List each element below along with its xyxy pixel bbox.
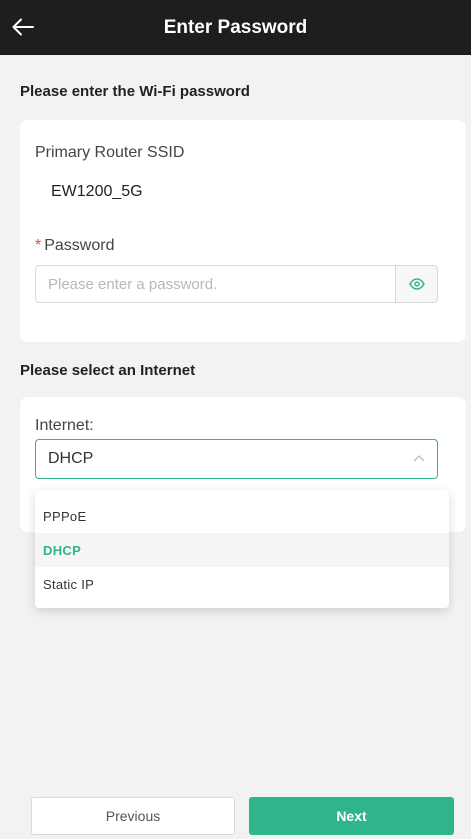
ssid-value: EW1200_5G — [51, 183, 143, 200]
password-field-wrapper — [35, 265, 438, 303]
internet-selected-value: DHCP — [48, 450, 94, 467]
eye-icon — [408, 278, 425, 290]
internet-type-select[interactable]: DHCP — [35, 439, 438, 479]
internet-type-dropdown: PPPoE DHCP Static IP — [35, 490, 449, 608]
toggle-password-visibility-button[interactable] — [395, 266, 437, 302]
app-header: Enter Password — [0, 0, 471, 55]
option-pppoe[interactable]: PPPoE — [35, 499, 449, 533]
password-input[interactable] — [36, 266, 406, 302]
ssid-label: Primary Router SSID — [35, 144, 185, 161]
option-dhcp[interactable]: DHCP — [35, 533, 449, 567]
internet-section-title: Please select an Internet — [20, 362, 196, 379]
internet-label: Internet: — [35, 417, 94, 434]
password-label: Password — [44, 237, 115, 254]
wifi-section-title: Please enter the Wi-Fi password — [20, 83, 250, 100]
back-button[interactable] — [10, 14, 36, 40]
previous-button[interactable]: Previous — [31, 797, 235, 835]
chevron-up-icon — [413, 455, 425, 462]
required-mark: * — [35, 237, 42, 254]
arrow-left-icon — [12, 18, 34, 36]
wifi-password-card: Primary Router SSID EW1200_5G * Password — [20, 120, 466, 342]
option-static-ip[interactable]: Static IP — [35, 567, 449, 601]
next-button[interactable]: Next — [249, 797, 454, 835]
password-label-row: * Password — [35, 237, 114, 255]
page-title: Enter Password — [163, 16, 308, 38]
